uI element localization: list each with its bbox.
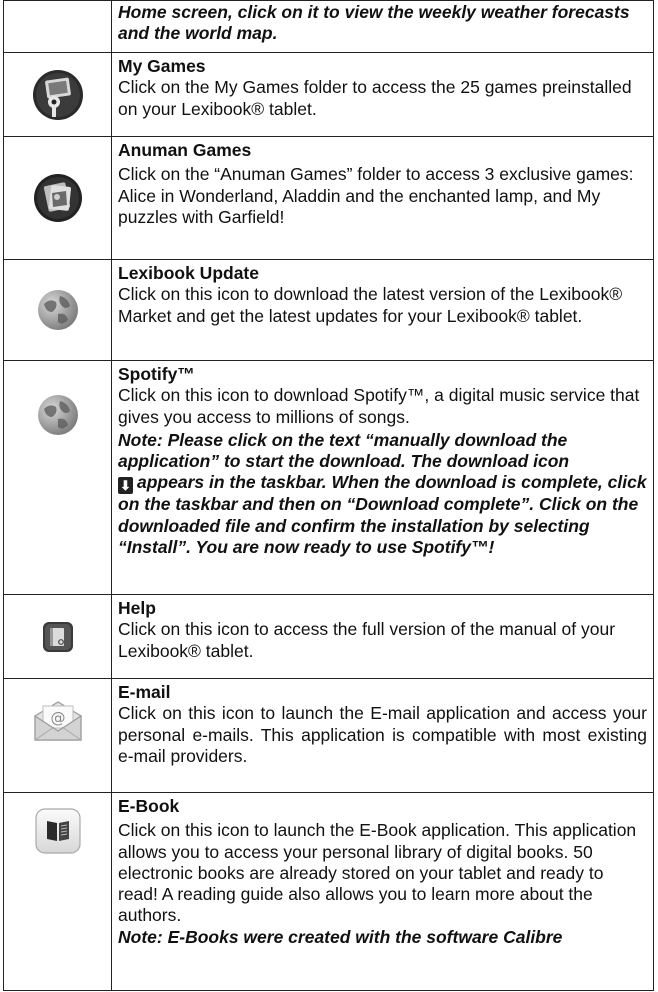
email-envelope-icon[interactable]: @ (32, 700, 84, 742)
svg-text:@: @ (50, 709, 65, 727)
help-title: Help (118, 598, 156, 618)
anuman-games-description: Click on the “Anuman Games” folder to ac… (118, 164, 634, 227)
help-manual-icon[interactable] (42, 621, 74, 653)
lexibook-update-title: Lexibook Update (118, 263, 259, 283)
table-row-help: Help Click on this icon to access the fu… (3, 594, 654, 679)
home-screen-note: Home screen, click on it to view the wee… (118, 2, 630, 44)
my-games-title: My Games (118, 56, 206, 76)
table-row-spotify: Spotify™ Click on this icon to download … (3, 360, 654, 595)
download-icon: ⬇ (118, 477, 133, 495)
table-row-email: @ E-mail Click on this icon to launch th… (3, 678, 654, 793)
spotify-title: Spotify™ (118, 364, 195, 384)
ebook-title: E-Book (118, 796, 180, 816)
spotify-note-part-a: Note: Please click on the text “manually… (118, 429, 570, 472)
empty-icon-cell (3, 0, 112, 53)
spotify-note-part-b: appears in the taskbar. When the downloa… (118, 472, 647, 558)
spotify-note: Note: Please click on the text “manually… (118, 430, 647, 558)
help-description: Click on this icon to access the full ve… (118, 619, 616, 661)
email-description: Click on this icon to launch the E-mail … (118, 703, 647, 766)
games-folder-icon[interactable] (32, 69, 84, 121)
app-icons-table: Home screen, click on it to view the wee… (3, 0, 654, 991)
table-row-home-screen: Home screen, click on it to view the wee… (3, 0, 654, 53)
my-games-description: Click on the My Games folder to access t… (118, 77, 632, 119)
spotify-description: Click on this icon to download Spotify™,… (118, 385, 640, 427)
anuman-games-title: Anuman Games (118, 140, 252, 160)
lexibook-update-description: Click on this icon to download the lates… (118, 284, 623, 326)
ebook-note: Note: E-Books were created with the soft… (118, 926, 563, 947)
table-row-anuman-games: Anuman Games Click on the “Anuman Games”… (3, 136, 654, 260)
globe-icon[interactable] (36, 288, 80, 332)
table-row-lexibook-update: Lexibook Update Click on this icon to do… (3, 259, 654, 361)
ebook-description: Click on this icon to launch the E-Book … (118, 820, 637, 926)
table-row-my-games: My Games Click on the My Games folder to… (3, 52, 654, 137)
ebook-icon[interactable] (34, 807, 82, 855)
email-title: E-mail (118, 682, 171, 702)
globe-icon[interactable] (36, 393, 80, 437)
table-row-ebook: E-Book Click on this icon to launch the … (3, 792, 654, 991)
anuman-games-icon[interactable] (33, 173, 83, 223)
